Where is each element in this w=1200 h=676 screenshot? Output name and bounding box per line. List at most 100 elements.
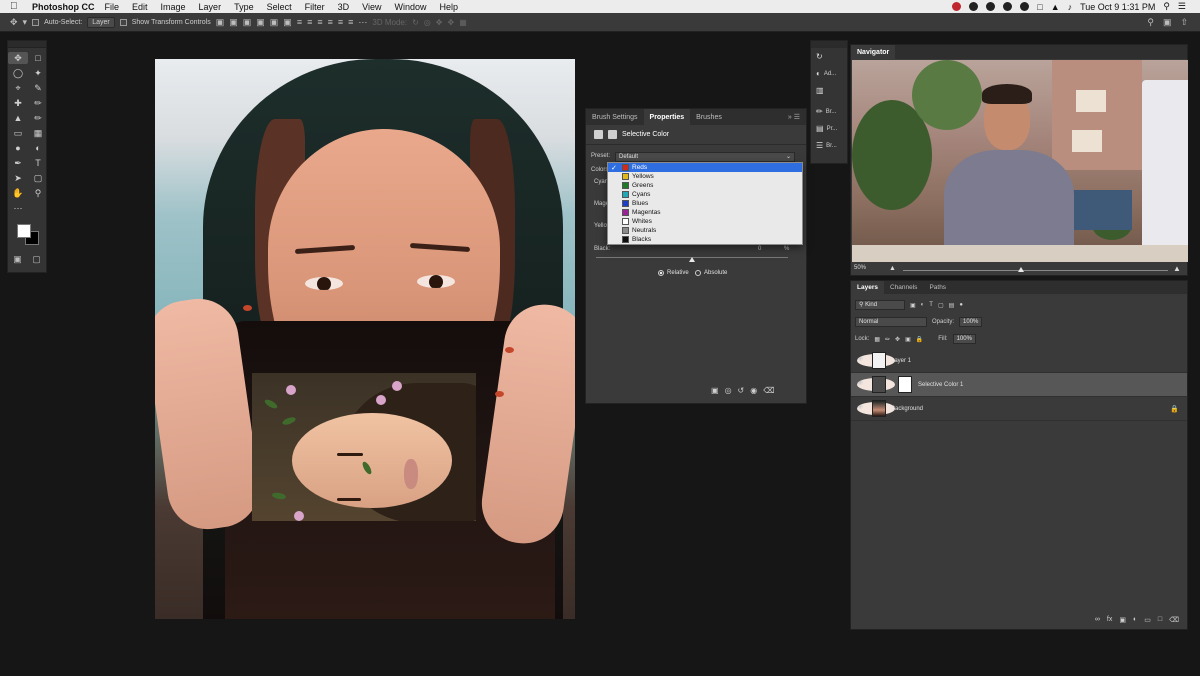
volume-icon[interactable]: ♪: [1068, 2, 1073, 12]
color-option-greens[interactable]: Greens: [608, 181, 802, 190]
distribute-icon[interactable]: ≡: [348, 17, 353, 27]
auto-select-dropdown[interactable]: Layer: [87, 16, 115, 28]
filter-adjustment-icon[interactable]: ◐: [921, 302, 925, 308]
distribute-icon[interactable]: ≡: [338, 17, 343, 27]
filter-shape-icon[interactable]: ▢: [938, 302, 944, 309]
auto-select-checkbox[interactable]: [32, 18, 40, 26]
black-slider-thumb[interactable]: [689, 257, 695, 262]
align-left-icon[interactable]: ▣: [256, 17, 265, 28]
lock-icon[interactable]: 🔒: [1170, 405, 1179, 413]
tab-paths[interactable]: Paths: [923, 281, 952, 294]
distribute-icon[interactable]: ≡: [328, 17, 333, 27]
crop-tool-icon[interactable]: ⌖: [8, 82, 28, 94]
dock-brush-settings[interactable]: ☰ Br...: [811, 137, 847, 154]
clone-stamp-tool-icon[interactable]: ▲: [8, 112, 28, 124]
search-icon[interactable]: ⚲: [1147, 17, 1154, 28]
show-transform-checkbox[interactable]: [119, 18, 127, 26]
status-icon[interactable]: [986, 2, 996, 11]
menu-3d[interactable]: 3D: [338, 2, 350, 12]
eyedropper-tool-icon[interactable]: ✎: [28, 82, 48, 94]
menu-edit[interactable]: Edit: [132, 2, 148, 12]
lock-transparent-icon[interactable]: ▦: [874, 336, 880, 343]
zoom-in-icon[interactable]: ▲: [1173, 264, 1181, 273]
navigator-preview[interactable]: [852, 60, 1188, 262]
link-icon[interactable]: ∞: [1095, 616, 1100, 624]
clock[interactable]: Tue Oct 9 1:31 PM: [1080, 2, 1155, 12]
color-option-cyans[interactable]: Cyans: [608, 190, 802, 199]
tab-navigator[interactable]: Navigator: [851, 45, 896, 59]
creative-cloud-icon[interactable]: [952, 2, 962, 11]
align-center-icon[interactable]: ▣: [270, 17, 279, 28]
zoom-slider[interactable]: [903, 270, 1168, 271]
preset-dropdown[interactable]: Default ⌄: [615, 152, 795, 162]
lock-artboard-icon[interactable]: ▣: [905, 336, 911, 343]
filter-smart-icon[interactable]: ▤: [949, 302, 955, 309]
zoom-value[interactable]: 50%: [854, 265, 866, 271]
tools-panel-header[interactable]: [8, 41, 46, 48]
tab-brushes[interactable]: Brushes: [690, 109, 728, 125]
color-option-reds[interactable]: ✓ Reds: [608, 163, 802, 172]
healing-brush-tool-icon[interactable]: ✚: [8, 97, 28, 109]
layer-row[interactable]: ◉ Selective Color 1: [851, 373, 1187, 397]
view-previous-icon[interactable]: ◎: [725, 386, 732, 395]
sync-icon[interactable]: [1020, 2, 1030, 11]
lock-all-icon[interactable]: 🔒: [916, 336, 923, 343]
menu-window[interactable]: Window: [394, 2, 426, 12]
layer-mask-thumbnail[interactable]: [898, 376, 912, 393]
tab-channels[interactable]: Channels: [884, 281, 923, 294]
new-layer-icon[interactable]: □: [1158, 616, 1162, 624]
trash-icon[interactable]: ⌫: [1169, 616, 1179, 624]
fill-field[interactable]: 100%: [952, 334, 976, 344]
color-option-whites[interactable]: Whites: [608, 217, 802, 226]
dock-histogram[interactable]: ▥: [811, 82, 847, 99]
roll-3d-icon[interactable]: ◎: [424, 18, 431, 27]
align-top-icon[interactable]: ▣: [216, 17, 225, 28]
gradient-tool-icon[interactable]: ▦: [28, 127, 48, 139]
type-tool-icon[interactable]: T: [28, 157, 48, 169]
color-option-neutrals[interactable]: Neutrals: [608, 226, 802, 235]
mask-icon[interactable]: [608, 130, 617, 139]
zoom-slider-thumb[interactable]: [1018, 267, 1024, 272]
screen-mode-icon[interactable]: ▢: [32, 254, 41, 265]
dock-history[interactable]: ↻: [811, 48, 847, 65]
new-adjustment-icon[interactable]: ◐: [1133, 616, 1137, 624]
add-mask-icon[interactable]: ▣: [1119, 616, 1126, 624]
apple-icon[interactable]: : [10, 1, 24, 12]
menu-help[interactable]: Help: [439, 2, 458, 12]
rectangle-tool-icon[interactable]: ▢: [28, 172, 48, 184]
dock-properties[interactable]: ▤ Pr...: [811, 120, 847, 137]
color-option-blacks[interactable]: Blacks: [608, 235, 802, 244]
blend-mode-dropdown[interactable]: Normal: [855, 317, 927, 327]
quick-mask-icon[interactable]: ▣: [13, 254, 22, 265]
document-canvas[interactable]: [155, 59, 575, 619]
eraser-tool-icon[interactable]: ▭: [8, 127, 28, 139]
drag-3d-icon[interactable]: ✥: [436, 18, 443, 27]
move-tool-icon[interactable]: ✥: [10, 17, 18, 28]
relative-radio[interactable]: Relative: [658, 270, 689, 276]
menu-view[interactable]: View: [362, 2, 381, 12]
history-brush-tool-icon[interactable]: ✏: [28, 112, 48, 124]
filter-toggle-icon[interactable]: ●: [959, 302, 963, 308]
airplay-icon[interactable]: □: [1037, 2, 1042, 12]
move-tool-icon[interactable]: ✥: [8, 52, 28, 64]
clip-to-layer-icon[interactable]: ▣: [711, 386, 719, 395]
menu-file[interactable]: File: [105, 2, 120, 12]
magic-wand-tool-icon[interactable]: ✦: [28, 67, 48, 79]
marquee-tool-icon[interactable]: □: [28, 52, 48, 64]
hand-tool-icon[interactable]: ✋: [8, 187, 28, 199]
tab-properties[interactable]: Properties: [643, 109, 691, 125]
dodge-tool-icon[interactable]: ◐: [28, 142, 48, 154]
share-icon[interactable]: ⇧: [1180, 17, 1188, 28]
color-option-blues[interactable]: Blues: [608, 199, 802, 208]
dock-brushes[interactable]: ✏ Br...: [811, 103, 847, 120]
foreground-color-swatch[interactable]: [17, 224, 31, 238]
distribute-icon[interactable]: ≡: [317, 17, 322, 27]
new-group-icon[interactable]: ▭: [1144, 616, 1151, 624]
blur-tool-icon[interactable]: ●: [8, 142, 28, 154]
more-icon[interactable]: ⋯: [358, 17, 367, 28]
trash-icon[interactable]: ⌫: [763, 386, 774, 395]
tab-layers[interactable]: Layers: [851, 281, 884, 294]
black-value[interactable]: 0: [758, 246, 761, 252]
menu-layer[interactable]: Layer: [199, 2, 222, 12]
visibility-eye-icon[interactable]: ◉: [750, 386, 757, 395]
